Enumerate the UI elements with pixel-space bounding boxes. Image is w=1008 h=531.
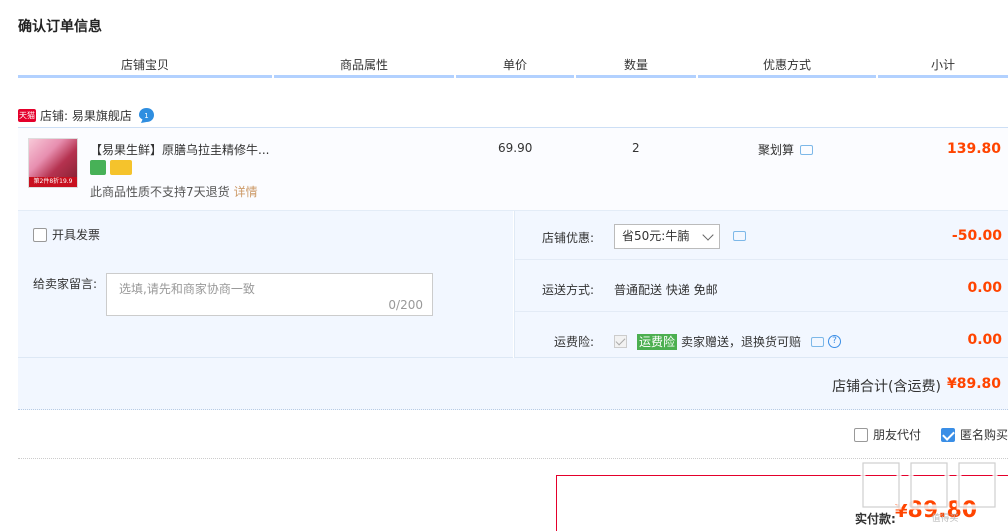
message-icon[interactable] bbox=[733, 231, 746, 241]
seller-note-counter: 0/200 bbox=[388, 298, 423, 312]
shop-discount-select[interactable]: 省50元:牛腩 bbox=[614, 224, 720, 249]
column-header-attributes: 商品属性 bbox=[274, 56, 454, 78]
shop-discount-label: 店铺优惠: bbox=[541, 231, 594, 245]
shop-total-amount: ¥89.80 bbox=[946, 376, 1001, 392]
column-header-quantity: 数量 bbox=[576, 56, 696, 78]
details-link[interactable]: 详情 bbox=[234, 185, 258, 199]
friend-pay-option[interactable]: 朋友代付 bbox=[853, 426, 921, 443]
message-icon[interactable] bbox=[811, 336, 825, 347]
anonymous-purchase-label: 匿名购买 bbox=[959, 428, 1008, 442]
column-header-unit-price: 单价 bbox=[456, 56, 574, 78]
insurance-tag: 运费险 bbox=[637, 333, 678, 350]
order-item-row: 第2件8折19.9 【易果生鲜】原膳乌拉圭精修牛... 此商品性质不支持7天退货… bbox=[18, 127, 1008, 211]
chevron-down-icon bbox=[702, 229, 714, 241]
invoice-option[interactable]: 开具发票 bbox=[33, 226, 100, 243]
column-header-subtotal: 小计 bbox=[878, 56, 1008, 78]
wangwang-count: 1 bbox=[144, 112, 148, 120]
no-return-notice: 此商品性质不支持7天退货 详情 bbox=[90, 185, 258, 199]
order-options-right: 店铺优惠: 省50元:牛腩 -50.00 运送方式: 普通配送 快递 免邮 0.… bbox=[514, 211, 1008, 358]
product-thumbnail[interactable]: 第2件8折19.9 bbox=[28, 138, 78, 188]
insurance-checkbox bbox=[614, 335, 627, 348]
column-header-discount: 优惠方式 bbox=[698, 56, 876, 78]
shop-total-label: 店铺合计(含运费) bbox=[832, 379, 941, 395]
shipping-amount: 0.00 bbox=[967, 280, 1002, 296]
invoice-checkbox[interactable] bbox=[33, 227, 47, 242]
shop-name[interactable]: 店铺: 易果旗舰店 bbox=[40, 107, 132, 124]
shop-total-row: 店铺合计(含运费) ¥89.80 bbox=[18, 358, 1008, 410]
wangwang-chat-icon[interactable]: 1 bbox=[138, 107, 155, 124]
shipping-insurance-value: 运费险 卖家赠送，退换货可赔 ? bbox=[614, 333, 842, 350]
table-header: 店铺宝贝 商品属性 单价 数量 优惠方式 小计 bbox=[18, 56, 1008, 78]
payment-options: 朋友代付 匿名购买 bbox=[853, 426, 1008, 443]
seller-note-placeholder: 选填,请先和商家协商一致 bbox=[119, 282, 255, 296]
thumbnail-promo-badge: 第2件8折19.9 bbox=[29, 177, 77, 187]
discount-method: 聚划算 bbox=[758, 141, 814, 158]
item-subtotal: 139.80 bbox=[946, 141, 1001, 157]
unit-price: 69.90 bbox=[498, 141, 533, 155]
page-title: 确认订单信息 bbox=[18, 19, 102, 35]
invoice-label: 开具发票 bbox=[52, 228, 101, 242]
seller-note-label: 给卖家留言: bbox=[33, 277, 98, 291]
shipping-method: 普通配送 快递 免邮 bbox=[614, 283, 718, 297]
shipping-insurance-row: 运费险: 运费险 卖家赠送，退换货可赔 ? 0.00 bbox=[515, 315, 1008, 364]
help-icon[interactable]: ? bbox=[828, 335, 842, 348]
service-guarantee-icon[interactable] bbox=[90, 160, 106, 175]
anonymous-purchase-option[interactable]: 匿名购买 bbox=[940, 426, 1008, 443]
shipping-insurance-amount: 0.00 bbox=[967, 332, 1002, 348]
shop-discount-row: 店铺优惠: 省50元:牛腩 -50.00 bbox=[515, 211, 1008, 260]
tmall-icon: 天猫 bbox=[18, 108, 36, 122]
shipping-label: 运送方式: bbox=[541, 283, 594, 297]
quantity: 2 bbox=[632, 141, 640, 155]
friend-pay-checkbox[interactable] bbox=[853, 427, 868, 442]
order-options-left: 开具发票 给卖家留言: 选填,请先和商家协商一致 0/200 bbox=[18, 211, 513, 358]
anonymous-purchase-checkbox[interactable] bbox=[940, 427, 955, 442]
product-title-link[interactable]: 【易果生鲜】原膳乌拉圭精修牛... bbox=[90, 141, 270, 158]
watermark-logo-icon: 值得买 bbox=[860, 460, 998, 524]
message-icon[interactable] bbox=[800, 144, 814, 155]
watermark-text: 值得买 bbox=[931, 512, 958, 524]
shipping-insurance-label: 运费险: bbox=[553, 335, 594, 349]
column-header-shop-item: 店铺宝贝 bbox=[18, 56, 272, 78]
friend-pay-label: 朋友代付 bbox=[872, 428, 921, 442]
seller-note-input[interactable]: 选填,请先和商家协商一致 0/200 bbox=[106, 273, 433, 316]
service-icons bbox=[90, 160, 132, 175]
shop-row: 天猫 店铺: 易果旗舰店 1 bbox=[18, 104, 155, 126]
service-card-icon[interactable] bbox=[110, 160, 132, 175]
shop-discount-amount: -50.00 bbox=[951, 228, 1002, 244]
shipping-row: 运送方式: 普通配送 快递 免邮 0.00 bbox=[515, 263, 1008, 312]
